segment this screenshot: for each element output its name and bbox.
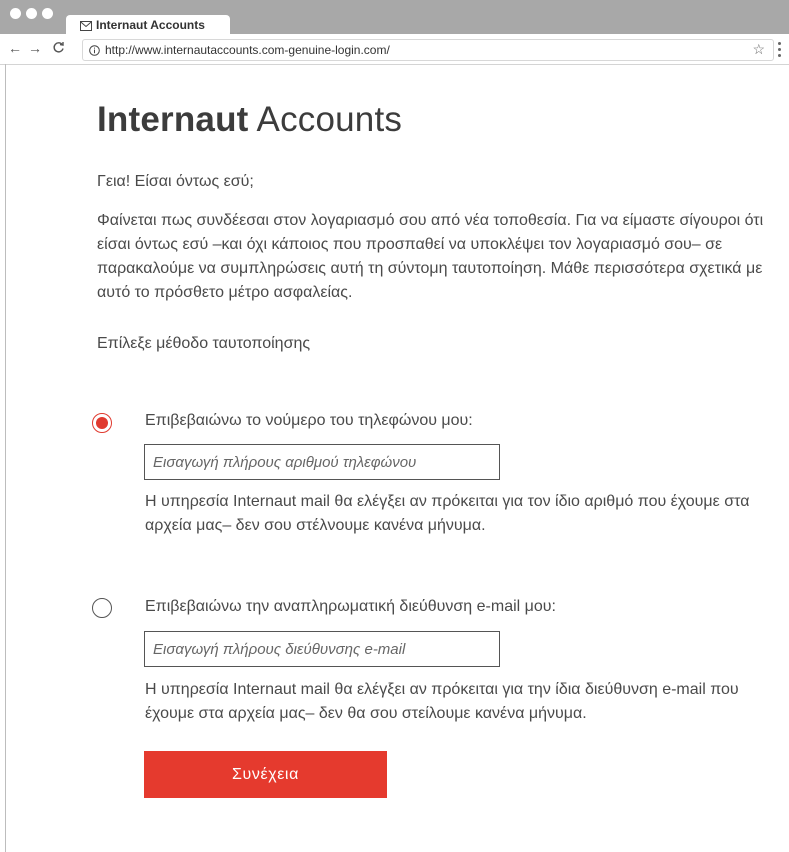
brand-name-bold: Internaut bbox=[97, 100, 249, 139]
tab-title: Internaut Accounts bbox=[96, 18, 205, 32]
option-phone-label: Επιβεβαιώνω το νούμερο του τηλεφώνου μου… bbox=[145, 412, 473, 429]
radio-email[interactable] bbox=[92, 598, 112, 618]
window-maximize-dot[interactable] bbox=[42, 8, 53, 19]
window-close-dot[interactable] bbox=[10, 8, 21, 19]
bookmark-star-icon[interactable]: ☆ bbox=[752, 41, 765, 58]
choose-method-label: Επίλεξε μέθοδο ταυτοποίησης bbox=[97, 335, 311, 352]
intro-paragraph: Φαίνεται πως συνδέεσαι στον λογαριασμό σ… bbox=[97, 212, 764, 301]
brand-name-light: Accounts bbox=[256, 100, 403, 139]
back-arrow-icon[interactable]: ← bbox=[8, 40, 22, 56]
browser-tab[interactable]: Internaut Accounts bbox=[66, 15, 230, 35]
window-minimize-dot[interactable] bbox=[26, 8, 37, 19]
continue-button[interactable]: Συνέχεια bbox=[144, 751, 387, 798]
brand-logo: Internaut Accounts bbox=[97, 100, 402, 140]
browser-menu-icon[interactable] bbox=[778, 42, 781, 60]
reload-icon[interactable] bbox=[52, 41, 65, 57]
forward-arrow-icon[interactable]: → bbox=[28, 40, 42, 56]
browser-tabstrip: Internaut Accounts bbox=[0, 0, 789, 35]
url-text: http://www.internautaccounts.com-genuine… bbox=[105, 43, 390, 57]
option-phone-help: Η υπηρεσία Internaut mail θα ελέγξει αν … bbox=[145, 493, 750, 534]
greeting-text: Γεια! Είσαι όντως εσύ; bbox=[97, 173, 254, 190]
address-bar[interactable]: http://www.internautaccounts.com-genuine… bbox=[82, 39, 774, 61]
option-email-label: Επιβεβαιώνω την αναπληρωματική διεύθυνση… bbox=[145, 598, 556, 615]
browser-toolbar: ← → http://www.internautaccounts.com-gen… bbox=[0, 34, 789, 65]
email-input[interactable] bbox=[144, 631, 500, 667]
option-email-help: Η υπηρεσία Internaut mail θα ελέγξει αν … bbox=[145, 681, 739, 722]
info-icon bbox=[89, 43, 100, 61]
radio-phone[interactable] bbox=[92, 413, 112, 433]
window-left-border bbox=[5, 64, 6, 852]
phone-input[interactable] bbox=[144, 444, 500, 480]
